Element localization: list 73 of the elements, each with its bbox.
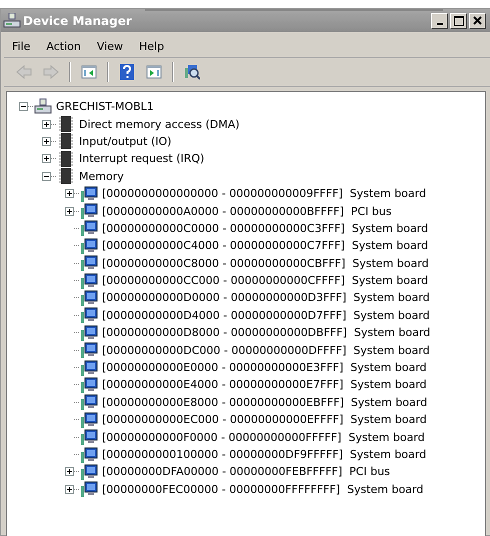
monitor-icon bbox=[80, 376, 98, 394]
close-icon bbox=[473, 16, 482, 25]
expand-toggle[interactable] bbox=[65, 206, 74, 216]
chip-icon bbox=[57, 115, 75, 134]
tree-item[interactable]: [00000000000D0000 - 00000000000D3FFF] System board bbox=[102, 291, 430, 304]
tree-item[interactable]: [00000000000E4000 - 00000000000E7FFF] System board bbox=[102, 378, 427, 392]
forward-arrow-icon bbox=[43, 64, 59, 80]
monitor-icon bbox=[80, 184, 98, 203]
back-arrow-icon bbox=[16, 64, 32, 80]
tree-item[interactable]: Input/output (IO) bbox=[79, 134, 172, 148]
computer-icon bbox=[34, 98, 52, 116]
tree-item[interactable]: [00000000000E8000 - 00000000000EBFFF] System board bbox=[102, 396, 428, 409]
tree-item[interactable]: Interrupt request (IRQ) bbox=[79, 152, 204, 166]
tree-item[interactable]: GRECHIST-MOBL1 bbox=[56, 100, 154, 114]
expand-toggle[interactable] bbox=[42, 136, 51, 146]
computer-icon bbox=[3, 12, 21, 28]
pane-icon bbox=[146, 64, 162, 80]
tree-item[interactable]: Direct memory access (DMA) bbox=[79, 118, 240, 131]
tree-item[interactable]: [00000000000C8000 - 00000000000CBFFF] System board bbox=[102, 256, 429, 270]
tree-item[interactable]: [00000000000EC000 - 00000000000EFFFF] System board bbox=[102, 413, 427, 426]
tree-item[interactable]: [00000000000DC000 - 00000000000DFFFF] System board bbox=[102, 344, 430, 357]
expand-toggle[interactable] bbox=[65, 484, 74, 494]
scan-hardware-icon bbox=[184, 64, 200, 80]
monitor-icon bbox=[80, 289, 98, 307]
monitor-icon bbox=[80, 393, 98, 412]
help-icon bbox=[119, 64, 135, 80]
tree-item[interactable]: [00000000000F0000 - 00000000000FFFFF] System board bbox=[102, 430, 425, 444]
tree-item[interactable]: [0000000000100000 - 00000000DF9FFFFF] System board bbox=[102, 448, 426, 461]
minimize-button[interactable] bbox=[431, 12, 448, 28]
monitor-icon bbox=[80, 324, 98, 342]
monitor-icon bbox=[80, 428, 98, 446]
tree-item[interactable]: [00000000000E0000 - 00000000000E3FFF] System board bbox=[102, 361, 427, 374]
monitor-icon bbox=[80, 341, 98, 360]
expand-toggle[interactable] bbox=[42, 154, 51, 164]
tree-item[interactable]: [0000000000000000 - 000000000009FFFF] System board bbox=[102, 187, 426, 200]
tree-item[interactable]: [00000000000D4000 - 00000000000D7FFF] System board bbox=[102, 308, 430, 322]
chip-icon bbox=[57, 167, 75, 186]
menu-item[interactable]: Help bbox=[130, 40, 172, 52]
close-button[interactable] bbox=[469, 12, 486, 28]
monitor-icon bbox=[80, 219, 98, 238]
window-title: Device Manager bbox=[23, 14, 133, 28]
menu-item[interactable]: View bbox=[88, 40, 131, 52]
expand-toggle[interactable] bbox=[65, 467, 74, 476]
monitor-icon bbox=[80, 480, 98, 498]
monitor-icon bbox=[80, 254, 98, 272]
expand-toggle[interactable] bbox=[42, 120, 51, 129]
monitor-icon bbox=[80, 446, 98, 464]
tree-item[interactable]: [00000000000A0000 - 00000000000BFFFF] PCI bus bbox=[102, 204, 392, 218]
tree-item[interactable]: [00000000FEC00000 - 00000000FFFFFFFF] System board bbox=[102, 482, 424, 496]
menu-item[interactable]: Action bbox=[38, 40, 89, 52]
pane-icon bbox=[81, 64, 97, 80]
monitor-icon bbox=[80, 272, 98, 290]
tree-item[interactable]: [00000000000C0000 - 00000000000C3FFF] System board bbox=[102, 222, 428, 235]
collapse-toggle[interactable] bbox=[19, 102, 28, 112]
monitor-icon bbox=[80, 358, 98, 377]
expand-toggle[interactable] bbox=[65, 189, 74, 198]
tree-item[interactable]: [00000000DFA00000 - 00000000FEBFFFFF] PCI bus bbox=[102, 465, 390, 478]
minimize-icon bbox=[436, 23, 442, 25]
tree-item[interactable]: [00000000000C4000 - 00000000000C7FFF] System board bbox=[102, 239, 428, 252]
menu-item[interactable]: File bbox=[4, 40, 38, 52]
chip-icon bbox=[57, 132, 75, 150]
chip-icon bbox=[57, 150, 75, 168]
tree-item[interactable]: [00000000000D8000 - 00000000000DBFFF] System board bbox=[102, 326, 430, 340]
tree-item[interactable]: [00000000000CC000 - 00000000000CFFFF] System board bbox=[102, 274, 428, 288]
maximize-button[interactable] bbox=[450, 12, 467, 28]
maximize-icon bbox=[454, 16, 464, 26]
monitor-icon bbox=[80, 462, 98, 481]
monitor-icon bbox=[80, 306, 98, 324]
monitor-icon bbox=[80, 236, 98, 255]
collapse-toggle[interactable] bbox=[42, 172, 51, 181]
monitor-icon bbox=[80, 202, 98, 220]
tree-item[interactable]: Memory bbox=[79, 170, 124, 183]
monitor-icon bbox=[80, 410, 98, 429]
